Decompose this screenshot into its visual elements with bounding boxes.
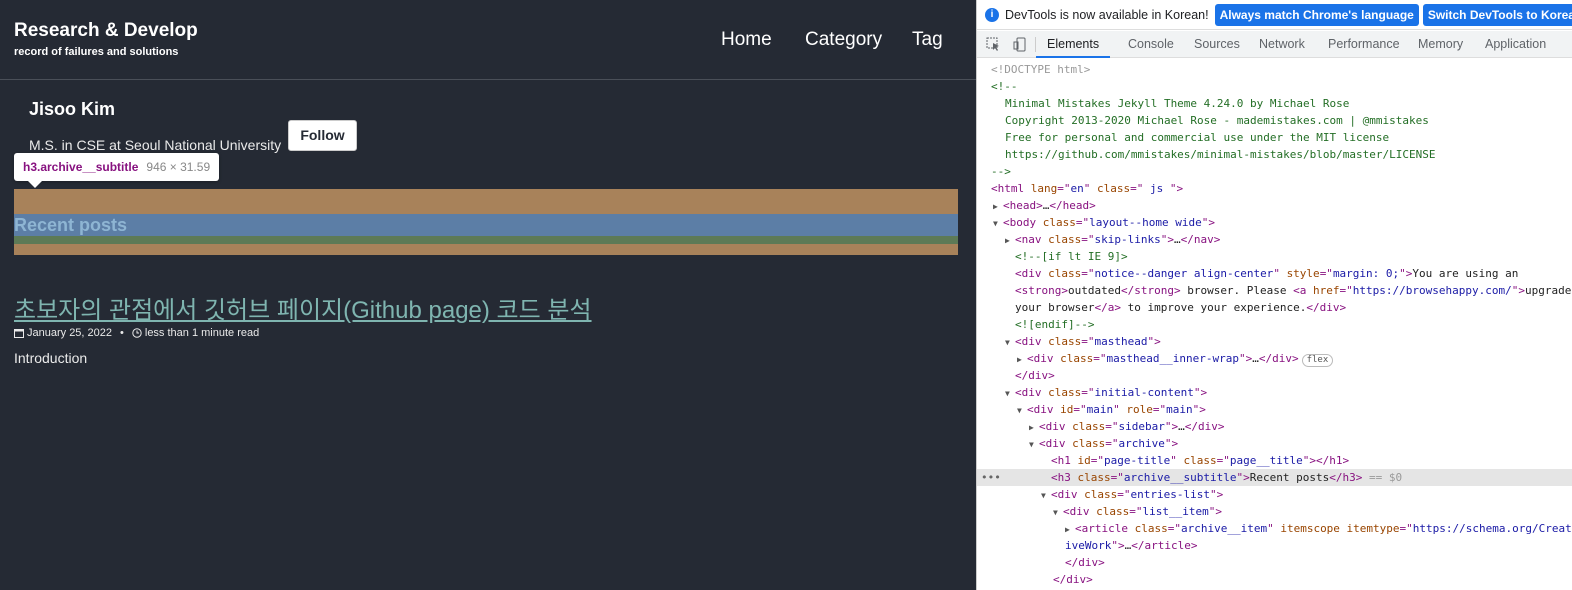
dom-node-initial-content[interactable]: ▼ <div class="initial-content"> <box>1005 384 1572 401</box>
highlight-padding <box>14 236 958 244</box>
device-toolbar-icon[interactable] <box>1013 37 1028 52</box>
archive-subtitle: Recent posts <box>14 215 128 235</box>
post-title-link[interactable]: 초보자의 관점에서 깃허브 페이지(Github page) 코드 분석 <box>14 290 592 325</box>
devtools-tabbar: Elements Console Sources Network Perform… <box>977 31 1572 58</box>
tab-network[interactable]: Network <box>1259 31 1305 58</box>
tab-console[interactable]: Console <box>1128 31 1174 58</box>
expand-triangle-icon[interactable]: ▶ <box>1029 419 1039 436</box>
tab-elements[interactable]: Elements <box>1036 31 1111 58</box>
nav-link-category[interactable]: Category <box>805 29 882 51</box>
devtools-panel: i DevTools is now available in Korean! A… <box>976 0 1572 590</box>
collapse-triangle-icon[interactable]: ▼ <box>1005 334 1015 351</box>
highlight-content <box>14 214 958 236</box>
switch-to-korean-button[interactable]: Switch DevTools to Korean <box>1422 3 1572 26</box>
dom-comment-line: Copyright 2013-2020 Michael Rose - madem… <box>1005 114 1429 127</box>
dom-conditional-comment[interactable]: <!--[if lt IE 9]> <box>1015 248 1572 265</box>
web-page: Research & Develop record of failures an… <box>0 0 976 590</box>
dom-comment-line: Free for personal and commercial use und… <box>1005 131 1390 144</box>
inspect-element-icon[interactable] <box>986 37 1001 52</box>
dom-node-main[interactable]: ▼ <div id="main" role="main"> <box>1017 401 1572 418</box>
flex-badge[interactable]: flex <box>1301 354 1334 367</box>
dom-tree: <!DOCTYPE html> <!-- Minimal Mistakes Je… <box>977 59 1572 590</box>
dom-close-div: </div> <box>1015 369 1055 382</box>
masthead: Research & Develop record of failures an… <box>0 0 976 80</box>
dom-node-h3-selected[interactable]: ••• <h3 class="archive__subtitle">Recent … <box>977 469 1572 486</box>
dom-node-archive[interactable]: ▼ <div class="archive"> <box>1029 435 1572 452</box>
collapse-triangle-icon[interactable]: ▼ <box>1005 385 1015 402</box>
collapse-triangle-icon[interactable]: ▼ <box>1017 402 1027 419</box>
dom-node-entries-list[interactable]: ▼ <div class="entries-list"> <box>1041 486 1572 503</box>
dom-doctype[interactable]: <!DOCTYPE html> <box>991 61 1572 78</box>
collapse-triangle-icon[interactable]: ▼ <box>1041 487 1051 504</box>
expand-triangle-icon[interactable]: ▶ <box>993 198 1003 215</box>
follow-button[interactable]: Follow <box>288 120 357 151</box>
dom-node-masthead[interactable]: ▼ <div class="masthead"> <box>1005 333 1572 350</box>
dom-node-notice[interactable]: <div class="notice--danger align-center"… <box>1015 265 1572 282</box>
expand-triangle-icon[interactable]: ▶ <box>1005 232 1015 249</box>
dom-comment-close: --> <box>991 165 1011 178</box>
dom-close-div: </div> <box>1065 556 1105 569</box>
meta-separator: • <box>120 327 124 339</box>
tab-memory[interactable]: Memory <box>1418 31 1463 58</box>
dom-node-body[interactable]: ▼ <body class="layout--home wide"> <box>993 214 1572 231</box>
dom-comment-line: https://github.com/mmistakes/minimal-mis… <box>1005 148 1436 161</box>
more-options-icon[interactable]: ••• <box>981 469 1001 486</box>
nav-link-home[interactable]: Home <box>721 29 772 51</box>
dom-node-list-item[interactable]: ▼ <div class="list__item"> <box>1053 503 1572 520</box>
dom-comment-open[interactable]: <!-- <box>991 78 1572 95</box>
tab-performance[interactable]: Performance <box>1328 31 1400 58</box>
infobar-message: DevTools is now available in Korean! <box>1005 7 1209 22</box>
site-title[interactable]: Research & Develop <box>14 20 198 42</box>
dom-node-article[interactable]: ▶ <article class="archive__item" itemscop… <box>1065 520 1572 537</box>
post-excerpt: Introduction <box>14 350 88 366</box>
tooltip-dimensions: 946 × 31.59 <box>146 160 211 174</box>
post-read-time: less than 1 minute read <box>144 327 260 339</box>
nav-link-tag[interactable]: Tag <box>912 29 943 51</box>
language-infobar: i DevTools is now available in Korean! A… <box>977 0 1572 30</box>
dom-node-masthead-inner[interactable]: ▶ <div class="masthead__inner-wrap">…</di… <box>1017 350 1572 367</box>
tab-sources[interactable]: Sources <box>1194 31 1240 58</box>
collapse-triangle-icon[interactable]: ▼ <box>993 215 1003 232</box>
dom-node-notice-end: your browser</a> to improve your experie… <box>1015 301 1347 314</box>
collapse-triangle-icon[interactable]: ▼ <box>1029 436 1039 453</box>
tooltip-selector: h3.archive__subtitle <box>23 160 139 174</box>
author-name: Jisoo Kim <box>29 99 116 119</box>
dom-node-nav[interactable]: ▶ <nav class="skip-links">…</nav> <box>1005 231 1572 248</box>
post-meta: January 25, 2022 • less than 1 minute re… <box>14 327 259 339</box>
tab-application[interactable]: Application <box>1485 31 1546 58</box>
author-bio: M.S. in CSE at Seoul National University <box>29 137 282 153</box>
collapse-triangle-icon[interactable]: ▼ <box>1053 504 1063 521</box>
dom-node-head[interactable]: ▶ <head>…</head> <box>993 197 1572 214</box>
dom-endif-comment: <![endif]--> <box>1015 318 1095 331</box>
dom-node-article-cont: iveWork">…</article> <box>1065 539 1198 552</box>
clock-icon <box>132 328 142 338</box>
expand-triangle-icon[interactable]: ▶ <box>1017 351 1027 368</box>
post-date: January 25, 2022 <box>27 327 113 339</box>
dom-node-html[interactable]: <html lang="en" class=" js "> <box>991 180 1572 197</box>
dom-node-h1[interactable]: <h1 id="page-title" class="page__title">… <box>1051 452 1572 469</box>
dom-node-sidebar[interactable]: ▶ <div class="sidebar">…</div> <box>1029 418 1572 435</box>
site-subtitle: record of failures and solutions <box>14 46 179 58</box>
inspect-tooltip: h3.archive__subtitle 946 × 31.59 <box>14 153 220 188</box>
expand-triangle-icon[interactable]: ▶ <box>1065 521 1075 538</box>
dom-comment-line: Minimal Mistakes Jekyll Theme 4.24.0 by … <box>1005 97 1350 110</box>
dom-close-div: </div> <box>1053 573 1093 586</box>
calendar-icon <box>14 329 24 338</box>
info-icon: i <box>985 7 999 22</box>
always-match-language-button[interactable]: Always match Chrome's language <box>1214 3 1419 26</box>
dom-node-notice-cont: <strong>outdated</strong> browser. Pleas… <box>1015 284 1572 297</box>
